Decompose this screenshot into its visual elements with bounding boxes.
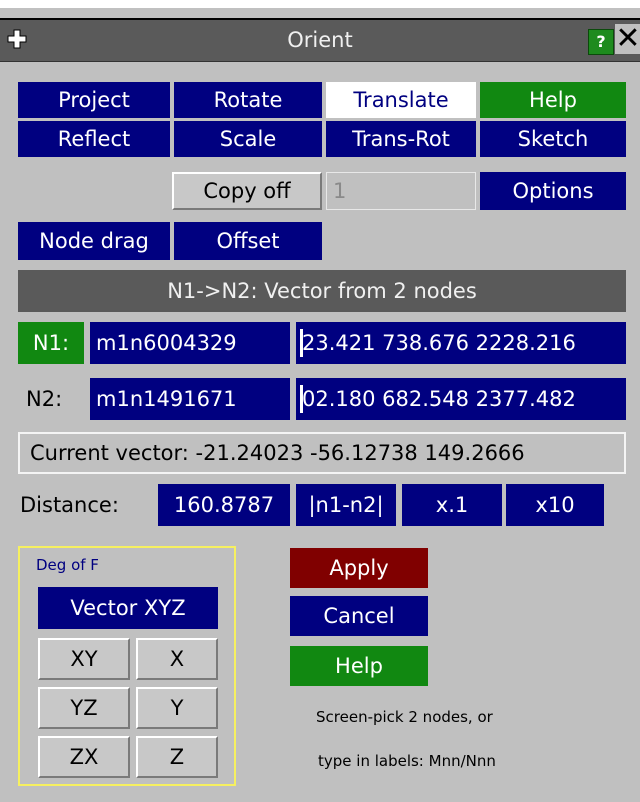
apply-button[interactable]: Apply [290, 548, 428, 588]
scale-button[interactable]: Scale [174, 121, 322, 157]
n2-label: N2: [26, 387, 63, 411]
method-header: N1->N2: Vector from 2 nodes [18, 270, 626, 312]
rotate-button[interactable]: Rotate [174, 82, 322, 118]
n2-coords-value: 02.180 682.548 2377.482 [302, 387, 576, 411]
copy-count-field[interactable]: 1 [326, 172, 476, 210]
dof-title: Deg of F [36, 556, 99, 574]
dof-x-button[interactable]: X [136, 638, 218, 680]
offset-button[interactable]: Offset [174, 222, 322, 260]
dof-xy-button[interactable]: XY [38, 638, 130, 680]
hint-line-1: Screen-pick 2 nodes, or [316, 708, 493, 726]
node-drag-button[interactable]: Node drag [18, 222, 170, 260]
dof-y-button[interactable]: Y [136, 687, 218, 729]
title-bar[interactable]: Orient ? ✕ [0, 18, 640, 62]
sketch-button[interactable]: Sketch [480, 121, 626, 157]
mode-help-button[interactable]: Help [480, 82, 626, 118]
n1-coords-field[interactable]: 23.421 738.676 2228.216 [296, 322, 626, 364]
options-button[interactable]: Options [480, 172, 626, 210]
translate-button[interactable]: Translate [326, 82, 476, 118]
copy-off-button[interactable]: Copy off [172, 172, 322, 210]
hint-line-2: type in labels: Mnn/Nnn [318, 752, 496, 770]
vector-xyz-button[interactable]: Vector XYZ [38, 587, 218, 629]
n2-node-field[interactable]: m1n1491671 [90, 378, 290, 420]
scale-x01-button[interactable]: x.1 [402, 484, 502, 526]
title-help-icon[interactable]: ? [588, 29, 614, 55]
cancel-button[interactable]: Cancel [290, 596, 428, 636]
current-vector-display: Current vector: -21.24023 -56.12738 149.… [18, 432, 626, 474]
dof-zx-button[interactable]: ZX [38, 736, 130, 778]
help-button[interactable]: Help [290, 646, 428, 686]
n1-label-button[interactable]: N1: [18, 322, 84, 364]
close-icon[interactable]: ✕ [615, 24, 640, 54]
scale-x10-button[interactable]: x10 [506, 484, 604, 526]
reflect-button[interactable]: Reflect [18, 121, 170, 157]
n2-coords-field[interactable]: 02.180 682.548 2377.482 [296, 378, 626, 420]
abs-distance-button[interactable]: |n1-n2| [296, 484, 396, 526]
project-button[interactable]: Project [18, 82, 170, 118]
dof-yz-button[interactable]: YZ [38, 687, 130, 729]
window-title: Orient [287, 28, 353, 52]
trans-rot-button[interactable]: Trans-Rot [326, 121, 476, 157]
dof-z-button[interactable]: Z [136, 736, 218, 778]
distance-label: Distance: [20, 493, 119, 517]
n1-coords-value: 23.421 738.676 2228.216 [302, 331, 576, 355]
distance-value-field[interactable]: 160.8787 [158, 484, 290, 526]
n1-node-field[interactable]: m1n6004329 [90, 322, 290, 364]
